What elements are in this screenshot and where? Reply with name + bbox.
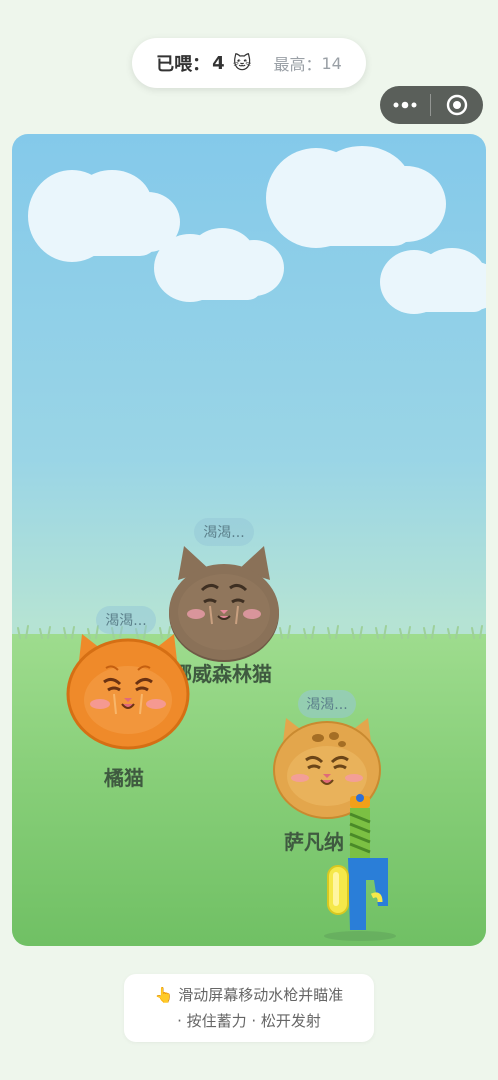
best-score: 14 <box>321 53 342 73</box>
water-gun-icon[interactable] <box>322 788 402 942</box>
best-label: 最高： <box>273 55 322 74</box>
hint-line-2: · 按住蓄力 · 松开发射 <box>177 1012 321 1030</box>
target-circle-icon <box>446 94 468 116</box>
more-dots-icon <box>393 101 417 109</box>
fed-label: 已喂： <box>156 54 211 75</box>
miniprogram-capsule <box>380 86 483 124</box>
cloud-4 <box>380 248 486 314</box>
orange-tabby-cat[interactable] <box>66 630 190 752</box>
hint-line-1: 👆 滑动屏幕移动水枪并瞄准 <box>154 986 344 1004</box>
score-pill: 已喂： 4 🐱 最高： 14 <box>132 38 366 88</box>
fed-count: 4 <box>212 52 225 74</box>
more-button[interactable] <box>380 86 430 124</box>
cat-name-label: 橘猫 <box>104 766 144 790</box>
game-scene[interactable]: 渴渴... 挪威森林猫 渴渴... 橘猫 渴渴... 萨凡纳 <box>12 134 486 946</box>
instruction-hint: 👆 滑动屏幕移动水枪并瞄准 · 按住蓄力 · 松开发射 <box>124 974 374 1042</box>
cloud-3 <box>266 146 446 248</box>
close-button[interactable] <box>431 86 483 124</box>
cat-face-icon: 🐱 <box>232 52 252 74</box>
